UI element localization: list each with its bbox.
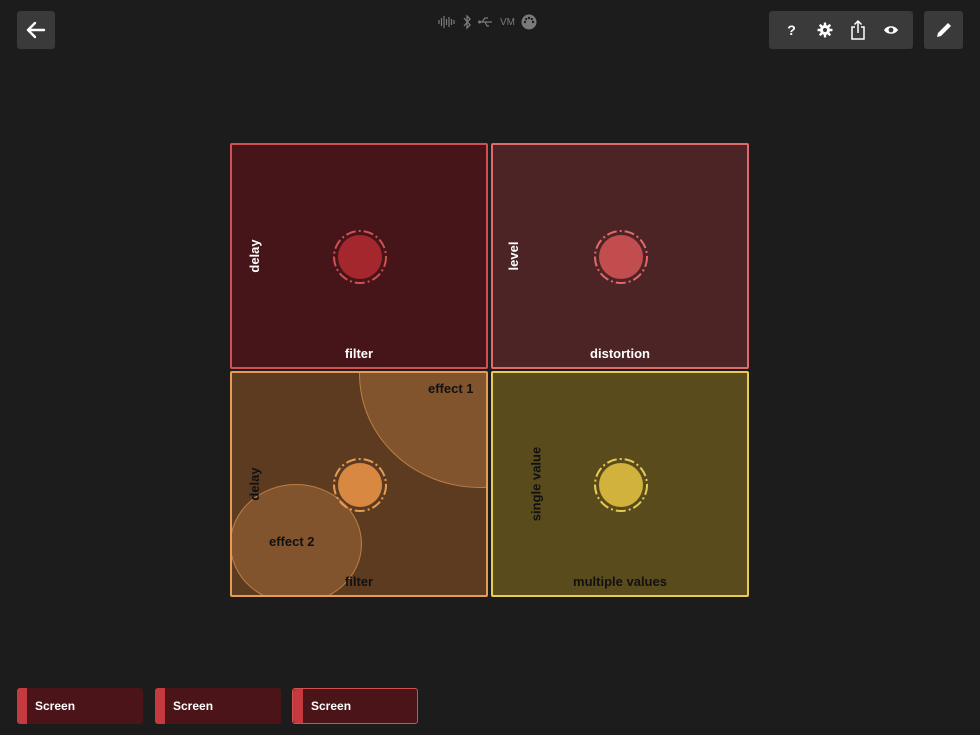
screen-label: Screen (311, 699, 352, 713)
x-axis-label: distortion (590, 346, 650, 361)
back-arrow-icon (26, 21, 46, 39)
xy-pad-distortion-level[interactable]: level distortion (491, 143, 749, 369)
y-axis-label: delay (247, 239, 263, 273)
xy-pad-effects[interactable]: effect 1 effect 2 delay filter (230, 371, 488, 597)
pad-cursor-knob[interactable] (332, 457, 388, 513)
help-label: ? (787, 22, 796, 38)
effect-zone-1-label: effect 1 (428, 381, 474, 396)
x-axis-label: multiple values (573, 574, 667, 589)
gear-icon (817, 22, 832, 38)
y-axis-label: level (505, 241, 521, 271)
pencil-icon (936, 23, 951, 37)
usb-icon (478, 17, 492, 27)
x-axis-label: filter (344, 346, 374, 361)
share-icon (850, 20, 865, 40)
screen-color-strip (293, 689, 303, 723)
y-axis-label: delay (247, 467, 263, 501)
edit-button[interactable] (924, 11, 963, 49)
vm-label: VM (500, 16, 515, 28)
bluetooth-icon (463, 14, 471, 30)
effect-zone-2-label: effect 2 (269, 534, 315, 549)
help-button[interactable]: ? (778, 16, 806, 44)
screen-button-1[interactable]: Screen (17, 688, 143, 724)
pad-cursor-knob[interactable] (593, 457, 649, 513)
screen-color-strip (155, 688, 165, 724)
pad-cursor-knob[interactable] (332, 229, 388, 285)
share-button[interactable] (844, 16, 872, 44)
screen-button-2[interactable]: Screen (155, 688, 281, 724)
connection-status: VM (438, 12, 537, 32)
y-axis-label: single value (528, 446, 544, 522)
eye-icon (883, 26, 898, 34)
xy-pad-single-multiple[interactable]: single value multiple values (491, 371, 749, 597)
preview-button[interactable] (877, 16, 905, 44)
xy-pad-filter-delay[interactable]: delay filter (230, 143, 488, 369)
settings-button[interactable] (811, 16, 839, 44)
screen-button-3[interactable]: Screen (292, 688, 418, 724)
screen-color-strip (17, 688, 27, 724)
back-button[interactable] (17, 11, 55, 49)
toolbar-group: ? (769, 11, 913, 49)
midi-icon (521, 14, 537, 30)
screen-label: Screen (173, 699, 214, 713)
screen-label: Screen (35, 699, 76, 713)
pad-cursor-knob[interactable] (593, 229, 649, 285)
audio-wave-icon (438, 16, 455, 28)
x-axis-label: filter (344, 574, 374, 589)
